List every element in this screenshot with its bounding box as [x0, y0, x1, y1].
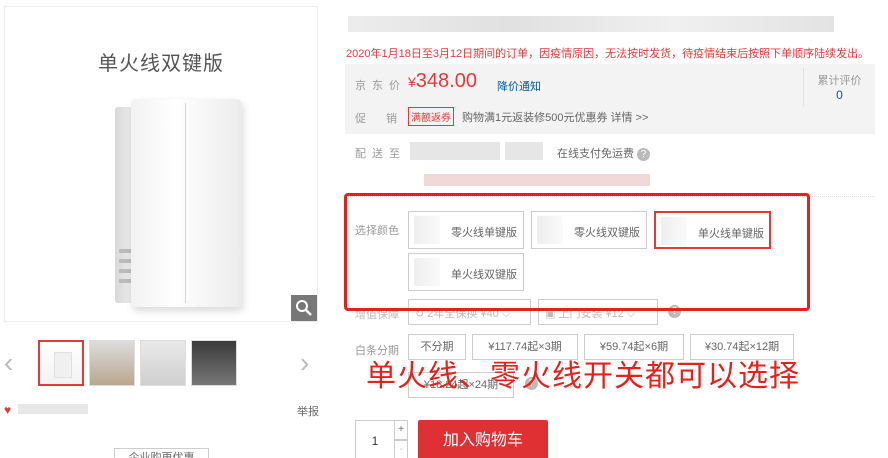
price-summary: 京东价 ¥348.00 降价通知 累计评价 0 促销 满额返券 购物满1元返装修…: [345, 64, 875, 134]
thumbnail[interactable]: [38, 340, 84, 386]
delivery-fee: 在线支付免运费?: [557, 145, 650, 161]
promo-text[interactable]: 购物满1元返装修500元优惠券 详情 >>: [462, 109, 648, 125]
price-notice-link[interactable]: 降价通知: [497, 78, 541, 94]
quantity-minus-button[interactable]: -: [394, 440, 408, 458]
chevron-left-icon[interactable]: ‹: [4, 348, 13, 378]
quantity-input[interactable]: 1: [355, 420, 395, 458]
quantity-plus-button[interactable]: +: [394, 420, 408, 440]
switch-illustration: [115, 99, 245, 307]
thumbnail[interactable]: [191, 340, 237, 386]
add-to-cart-button[interactable]: 加入购物车: [418, 420, 548, 458]
delivery-address-select[interactable]: [410, 142, 500, 160]
heart-icon[interactable]: ♥: [4, 403, 11, 417]
review-label: 累计评价: [817, 75, 862, 87]
product-title: [348, 16, 834, 32]
enterprise-purchase-button[interactable]: 企业购更优惠: [114, 448, 209, 458]
delivery-label: 配送至: [355, 148, 406, 160]
main-product-image[interactable]: 单火线双键版: [4, 6, 318, 322]
price-label: 京东价: [355, 80, 406, 92]
magnifier-icon[interactable]: [291, 295, 317, 321]
review-summary[interactable]: 累计评价 0: [803, 68, 875, 106]
help-icon[interactable]: ?: [637, 147, 650, 161]
report-link[interactable]: 举报: [297, 403, 319, 419]
chevron-right-icon[interactable]: ›: [300, 348, 309, 378]
thumbnail[interactable]: [140, 340, 186, 386]
shipping-notice: 2020年1月18日至3月12日期间的订单，因疫情原因，无法按时发货，待疫情结束…: [346, 48, 870, 60]
image-caption: 单火线双键版: [98, 53, 224, 75]
review-count[interactable]: 0: [804, 88, 875, 102]
promo-badge: 满额返券: [408, 107, 454, 126]
thumbnail-strip: ‹ ›: [4, 340, 324, 388]
highlight-frame: [344, 193, 810, 311]
overlay-caption: 单火线、零火线开关都可以选择: [366, 360, 800, 393]
price: ¥348.00: [408, 70, 477, 92]
thumbnail[interactable]: [89, 340, 135, 386]
